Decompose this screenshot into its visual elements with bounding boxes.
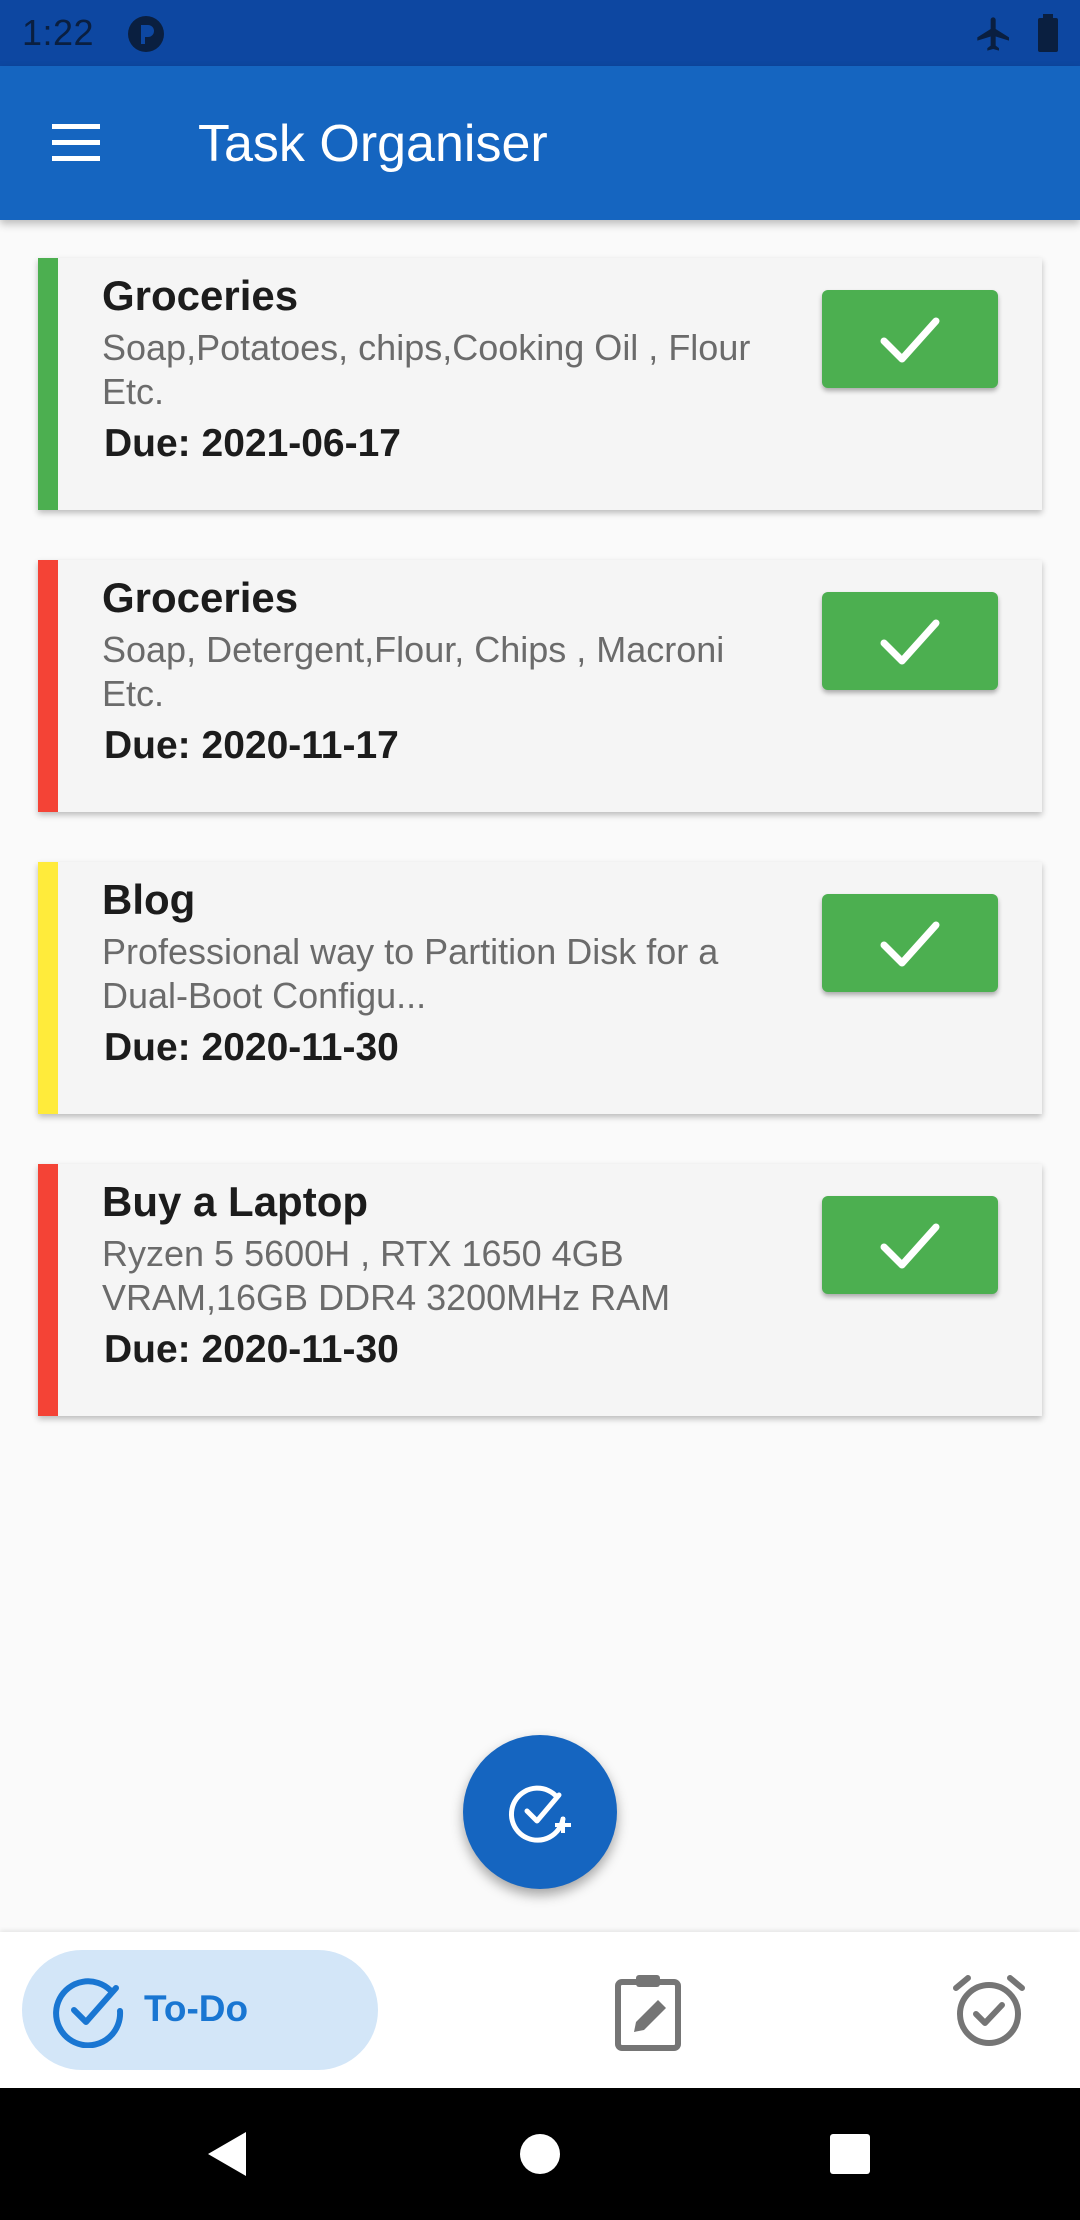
recents-icon[interactable] [828,2132,872,2176]
home-icon[interactable] [518,2132,562,2176]
menu-icon[interactable] [48,118,108,168]
task-description: Professional way to Partition Disk for a… [102,931,719,1016]
task-title: Blog [102,876,196,923]
task-description: Ryzen 5 5600H , RTX 1650 4GB VRAM,16GB D… [102,1233,671,1318]
battery-icon [1038,14,1058,52]
check-icon [880,317,940,363]
mark-done-button[interactable] [822,1196,998,1294]
alarm-check-icon[interactable] [950,1972,1028,2050]
task-title: Buy a Laptop [102,1178,369,1225]
check-circle-icon [53,1978,124,2048]
edit-clipboard-icon[interactable] [612,1972,686,2052]
check-icon [880,619,940,665]
bottom-navigation: To-Do [0,1932,1080,2088]
priority-stripe [38,560,58,812]
app-title: Task Organiser [198,115,548,173]
back-icon[interactable] [202,2128,254,2180]
status-bar: 1:22 [0,0,1080,66]
priority-stripe [38,862,58,1114]
task-card[interactable]: Buy a Laptop Ryzen 5 5600H , RTX 1650 4G… [38,1164,1042,1416]
add-task-icon [508,1785,571,1843]
nav-item-todo-label: To-Do [144,1988,249,2029]
notification-p-icon [128,16,164,52]
task-card[interactable]: Blog Professional way to Partition Disk … [38,862,1042,1114]
system-navigation-bar [0,2088,1080,2220]
check-icon [880,1223,940,1269]
check-icon [880,921,940,967]
app-bar: Task Organiser [0,66,1080,220]
task-card[interactable]: Groceries Soap,Potatoes, chips,Cooking O… [38,258,1042,510]
task-description: Soap,Potatoes, chips,Cooking Oil , Flour… [102,327,751,412]
mark-done-button[interactable] [822,592,998,690]
nav-item-todo[interactable]: To-Do [22,1950,378,2070]
task-card[interactable]: Groceries Soap, Detergent,Flour, Chips ,… [38,560,1042,812]
add-task-fab[interactable] [463,1735,617,1889]
mark-done-button[interactable] [822,894,998,992]
task-due-date: Due: 2021-06-17 [104,422,401,465]
task-list: Groceries Soap,Potatoes, chips,Cooking O… [38,258,1042,1466]
task-description: Soap, Detergent,Flour, Chips , Macroni E… [102,629,725,714]
task-title: Groceries [102,272,299,319]
airplane-mode-icon [977,17,1009,51]
task-due-date: Due: 2020-11-30 [104,1328,399,1371]
priority-stripe [38,258,58,510]
priority-stripe [38,1164,58,1416]
mark-done-button[interactable] [822,290,998,388]
task-title: Groceries [102,574,299,621]
status-time: 1:22 [22,12,95,53]
task-due-date: Due: 2020-11-30 [104,1026,399,1069]
task-due-date: Due: 2020-11-17 [104,724,399,767]
